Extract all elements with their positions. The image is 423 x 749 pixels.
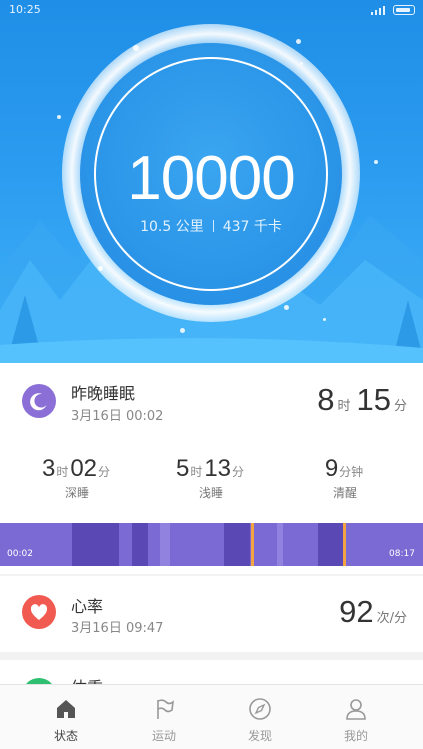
- nav-item-status[interactable]: 状态: [16, 685, 116, 749]
- sleep-segment-mid: [160, 523, 170, 566]
- sparkle: [57, 115, 61, 119]
- deep-sleep-minutes: 02: [70, 455, 98, 482]
- awake-minutes: 9: [324, 455, 339, 482]
- unit: 分钟: [339, 465, 364, 479]
- separator: [212, 220, 214, 232]
- nav-item-discover[interactable]: 发现: [210, 685, 310, 749]
- person-icon: [346, 699, 366, 720]
- unit: 时: [56, 465, 69, 479]
- moon-icon: z: [22, 384, 56, 418]
- heart-date: 3月16日 09:47: [71, 621, 164, 636]
- nav-item-sport[interactable]: 运动: [114, 685, 214, 749]
- nav-label: 我的: [343, 729, 368, 743]
- sleep-end-time: 08:17: [389, 549, 415, 559]
- sleep-segment-deep: [224, 523, 250, 566]
- light-sleep-stat: 5时13分 浅睡: [156, 455, 266, 501]
- deep-sleep-stat: 3时02分 深睡: [22, 455, 132, 501]
- home-icon: [57, 700, 75, 718]
- awake-stat: 9分钟 清醒: [290, 455, 400, 501]
- awake-label: 清醒: [332, 486, 357, 500]
- sparkle: [180, 328, 185, 333]
- distance-value: 10.5 公里: [140, 219, 204, 235]
- heart-rate-number: 92: [339, 594, 374, 629]
- sleep-date: 3月16日 00:02: [71, 409, 164, 424]
- svg-text:z: z: [43, 394, 46, 401]
- sleep-segment-deep: [318, 523, 343, 566]
- signal-icon: [371, 6, 385, 15]
- sleep-segment-deep: [132, 523, 148, 566]
- unit: 时: [190, 465, 203, 479]
- compass-icon: [249, 698, 271, 720]
- nav-item-profile[interactable]: 我的: [306, 685, 406, 749]
- heart-rate-unit: 次/分: [376, 611, 407, 626]
- status-time: 10:25: [9, 3, 41, 16]
- sleep-start-time: 00:02: [7, 549, 33, 559]
- sleep-segment-mid: [277, 523, 283, 566]
- status-bar: 10:25: [0, 0, 423, 20]
- nav-label: 发现: [247, 729, 272, 743]
- sparkle: [300, 62, 303, 65]
- step-count: 10000: [127, 144, 295, 213]
- sleep-segment-light: [0, 523, 42, 566]
- light-sleep-hours: 5: [175, 455, 190, 482]
- heart-icon: [22, 595, 56, 629]
- calories-value: 437 千卡: [222, 219, 282, 235]
- sleep-timeline-bar[interactable]: [0, 523, 423, 566]
- hours-unit: 时: [337, 399, 351, 414]
- sleep-minutes: 15: [356, 382, 391, 417]
- sleep-total: 8 时 15 分: [317, 382, 407, 418]
- sleep-segment-deep: [72, 523, 119, 566]
- sparkle: [323, 318, 326, 321]
- sparkle: [98, 266, 103, 271]
- minutes-unit: 分: [393, 399, 407, 414]
- deep-sleep-hours: 3: [41, 455, 56, 482]
- nav-label: 状态: [53, 729, 78, 743]
- unit: 分: [98, 465, 111, 479]
- battery-icon: [393, 5, 415, 15]
- heart-rate-value: 92 次/分: [339, 594, 407, 630]
- nav-label: 运动: [151, 729, 176, 743]
- sparkle: [284, 305, 289, 310]
- bottom-navigation: 状态 运动 发现 我的: [0, 684, 423, 749]
- sparkle: [133, 45, 139, 51]
- sparkle: [296, 39, 301, 44]
- sleep-hours: 8: [317, 382, 335, 417]
- sleep-segment-awake: [343, 523, 346, 566]
- step-details: 10.5 公里 437 千卡: [81, 216, 341, 236]
- light-sleep-minutes: 13: [204, 455, 232, 482]
- flag-icon: [157, 699, 175, 719]
- unit: 分: [232, 465, 245, 479]
- heart-title: 心率: [71, 597, 104, 616]
- light-sleep-label: 浅睡: [198, 486, 223, 500]
- sparkle: [374, 160, 378, 164]
- sleep-title: 昨晚睡眠: [71, 384, 136, 403]
- sleep-segment-awake: [251, 523, 254, 566]
- deep-sleep-label: 深睡: [64, 486, 89, 500]
- step-summary-panel[interactable]: 10:25 10000 10.5 公里 437 千卡: [0, 0, 423, 363]
